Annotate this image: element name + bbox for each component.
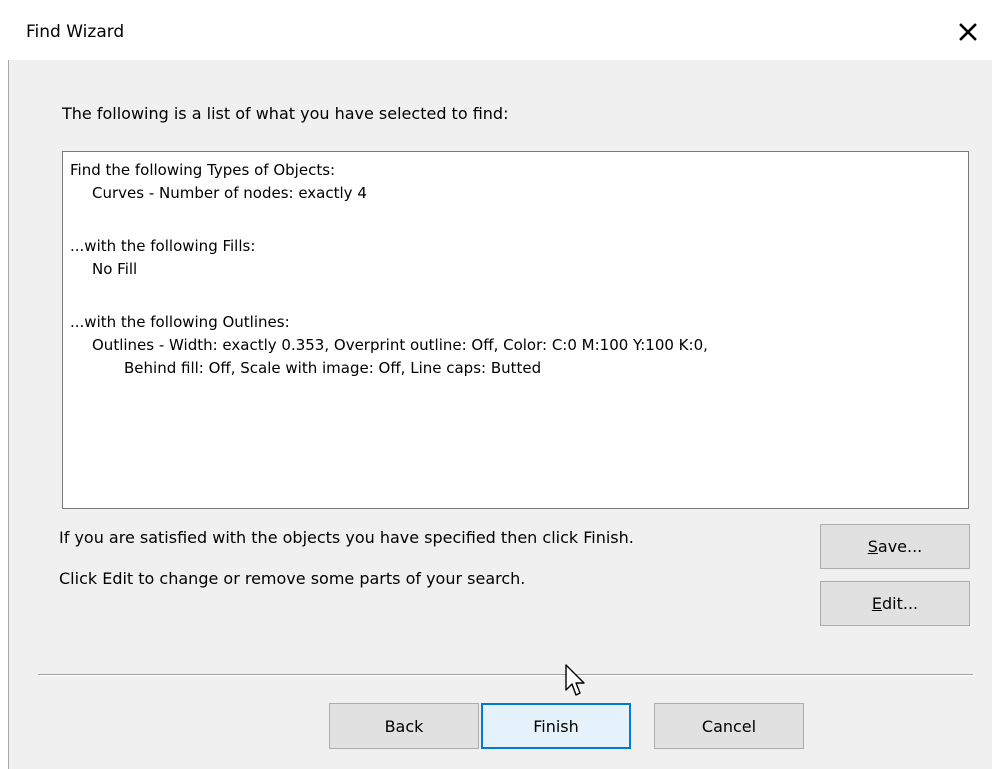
close-button[interactable] — [952, 16, 984, 48]
types-value: Curves - Number of nodes: exactly 4 — [92, 184, 367, 202]
outlines-value-line1: Outlines - Width: exactly 0.353, Overpri… — [92, 336, 708, 354]
finish-button-label: Finish — [533, 716, 579, 736]
edit-button-label: Edit... — [871, 594, 919, 613]
edit-button[interactable]: Edit... — [820, 581, 970, 626]
dialog-body: The following is a list of what you have… — [9, 60, 992, 769]
cancel-button-label: Cancel — [701, 716, 757, 736]
back-button[interactable]: Back — [329, 703, 479, 749]
window-title: Find Wizard — [26, 22, 125, 42]
finish-hint-text: If you are satisfied with the objects yo… — [59, 528, 634, 547]
types-heading: Find the following Types of Objects: — [70, 161, 336, 179]
fills-value: No Fill — [92, 260, 138, 278]
fills-heading: ...with the following Fills: — [70, 237, 256, 255]
search-summary-box[interactable]: Find the following Types of Objects: Cur… — [62, 151, 969, 509]
title-bar: Find Wizard — [0, 0, 992, 60]
cancel-button[interactable]: Cancel — [654, 703, 804, 749]
outlines-value-line2: Behind fill: Off, Scale with image: Off,… — [124, 359, 542, 377]
button-separator — [38, 674, 973, 676]
save-button[interactable]: Save... — [820, 524, 970, 569]
intro-text: The following is a list of what you have… — [62, 104, 509, 123]
close-icon — [959, 23, 977, 41]
finish-button[interactable]: Finish — [481, 703, 631, 749]
outlines-heading: ...with the following Outlines: — [70, 313, 290, 331]
find-wizard-dialog: Find Wizard The following is a list of w… — [0, 0, 992, 769]
save-button-label: Save... — [867, 537, 923, 556]
back-button-label: Back — [384, 716, 424, 736]
edit-hint-text: Click Edit to change or remove some part… — [59, 569, 526, 588]
